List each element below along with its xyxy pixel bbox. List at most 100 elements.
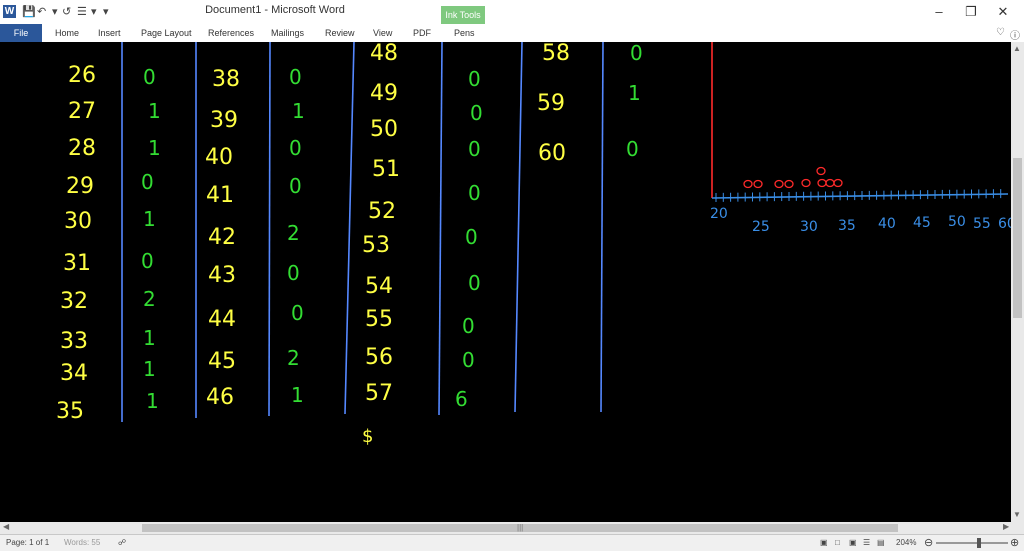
dot-plot-mark [743, 179, 753, 189]
web-layout-icon[interactable]: ▣ [849, 535, 857, 551]
vertical-scrollbar[interactable]: ▲ ▼ [1011, 42, 1024, 522]
frequency-cell: 0 [468, 271, 481, 295]
frequency-cell: 1 [148, 99, 161, 123]
frequency-cell: 2 [287, 346, 300, 370]
frequency-cell: 6 [455, 387, 468, 411]
scroll-left-icon[interactable]: ◀ [3, 522, 9, 531]
horizontal-scrollbar[interactable]: ◀ ||| ▶ [0, 522, 1024, 534]
dot-plot-mark [833, 178, 843, 188]
axis-tick-label: 50 [948, 214, 966, 230]
axis-tick-label: 25 [752, 219, 770, 235]
frequency-cell: 0 [465, 225, 478, 249]
value-cell: 44 [208, 307, 236, 332]
zoom-in-icon[interactable]: ⊕ [1010, 535, 1019, 551]
zoom-out-icon[interactable]: ⊖ [924, 535, 933, 551]
stray-ink-mark: $ [362, 426, 373, 447]
page-count[interactable]: Page: 1 of 1 [6, 535, 49, 551]
column-divider [514, 42, 523, 413]
minimize-icon[interactable]: – [924, 4, 954, 20]
tab-file[interactable]: File [0, 24, 42, 42]
dot-plot-mark [774, 179, 784, 189]
value-cell: 32 [60, 289, 88, 314]
value-cell: 59 [537, 91, 565, 116]
frequency-cell: 1 [143, 357, 156, 381]
dot-plot-mark [817, 178, 827, 188]
draft-icon[interactable]: ▤ [877, 535, 885, 551]
zoom-slider[interactable] [936, 542, 1008, 544]
value-cell: 51 [372, 157, 400, 182]
value-cell: 58 [542, 42, 570, 66]
outline-icon[interactable]: ☰ [863, 535, 870, 551]
value-cell: 55 [365, 307, 393, 332]
value-cell: 34 [60, 361, 88, 386]
frequency-cell: 0 [287, 261, 300, 285]
value-cell: 41 [206, 183, 234, 208]
help-icon[interactable]: ⓘ [1010, 27, 1020, 42]
value-cell: 52 [368, 199, 396, 224]
frequency-cell: 2 [143, 287, 156, 311]
value-cell: 33 [60, 329, 88, 354]
tab-mailings[interactable]: Mailings [271, 24, 304, 42]
print-layout-icon[interactable]: ▣ [820, 535, 828, 551]
tab-page-layout[interactable]: Page Layout [141, 24, 192, 42]
frequency-cell: 0 [468, 181, 481, 205]
document-canvas[interactable]: 26 27 28 29 30 31 32 33 34 35 0 1 1 0 1 … [0, 42, 1011, 522]
heart-icon[interactable]: ♡ [996, 27, 1005, 38]
dot-plot-number-line [711, 193, 1009, 199]
axis-tick-label: 45 [913, 215, 931, 231]
proofing-icon[interactable]: ☍ [118, 535, 126, 551]
frequency-cell: 0 [630, 42, 643, 65]
tab-pens[interactable]: Pens [454, 24, 475, 44]
dot-plot-mark [784, 179, 794, 189]
frequency-cell: 0 [289, 65, 302, 89]
vertical-scroll-thumb[interactable] [1013, 158, 1022, 318]
full-screen-icon[interactable]: □ [835, 535, 840, 551]
close-icon[interactable]: ✕ [988, 4, 1018, 20]
value-cell: 30 [64, 209, 92, 234]
value-cell: 43 [208, 263, 236, 288]
scroll-right-icon[interactable]: ▶ [1003, 522, 1009, 531]
frequency-cell: 0 [470, 101, 483, 125]
word-count[interactable]: Words: 55 [64, 535, 100, 551]
value-cell: 42 [208, 225, 236, 250]
value-cell: 31 [63, 251, 91, 276]
frequency-cell: 0 [468, 67, 481, 91]
tab-home[interactable]: Home [55, 24, 79, 42]
zoom-level[interactable]: 204% [896, 535, 916, 551]
value-cell: 26 [68, 63, 96, 88]
dot-plot-mark [825, 178, 835, 188]
tab-references[interactable]: References [208, 24, 254, 42]
axis-tick-label: 30 [800, 219, 818, 235]
tab-pdf[interactable]: PDF [413, 24, 431, 42]
axis-tick-label: 40 [878, 216, 896, 232]
value-cell: 45 [208, 349, 236, 374]
value-cell: 28 [68, 136, 96, 161]
value-cell: 38 [212, 67, 240, 92]
frequency-cell: 0 [626, 137, 639, 161]
restore-icon[interactable]: ❐ [956, 4, 986, 20]
tab-review[interactable]: Review [325, 24, 355, 42]
value-cell: 57 [365, 381, 393, 406]
value-cell: 48 [370, 42, 398, 66]
dot-plot-mark [816, 166, 826, 176]
frequency-cell: 0 [143, 65, 156, 89]
value-cell: 56 [365, 345, 393, 370]
frequency-cell: 2 [287, 221, 300, 245]
scroll-up-icon[interactable]: ▲ [1013, 44, 1021, 53]
dot-plot-mark [801, 178, 811, 188]
zoom-slider-thumb[interactable] [977, 538, 981, 548]
frequency-cell: 0 [291, 301, 304, 325]
value-cell: 49 [370, 81, 398, 106]
column-divider [268, 42, 271, 417]
tab-view[interactable]: View [373, 24, 392, 42]
frequency-cell: 0 [289, 136, 302, 160]
value-cell: 27 [68, 99, 96, 124]
frequency-cell: 1 [148, 136, 161, 160]
scroll-grip-icon: ||| [517, 523, 524, 532]
title-bar: W 💾 ↶ ▾ ↺ ☰ ▾ ▾ Document1 - Microsoft Wo… [0, 0, 1024, 24]
scroll-down-icon[interactable]: ▼ [1013, 510, 1021, 519]
tab-insert[interactable]: Insert [98, 24, 121, 42]
value-cell: 60 [538, 141, 566, 166]
frequency-cell: 0 [289, 174, 302, 198]
frequency-cell: 0 [468, 137, 481, 161]
